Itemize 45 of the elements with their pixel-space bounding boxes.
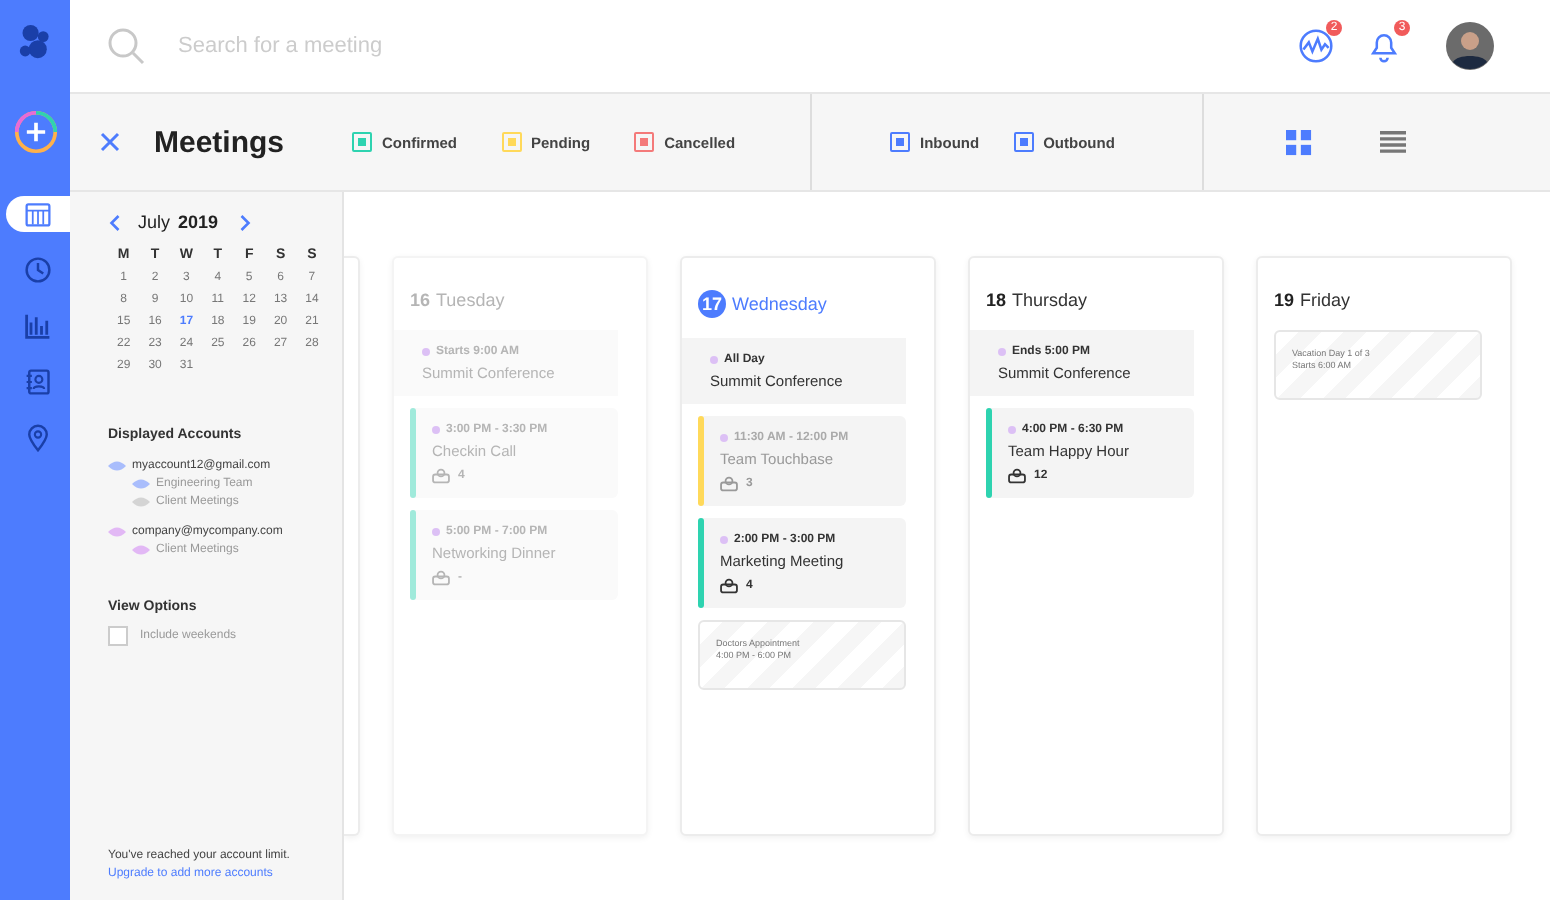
day-name: Tuesday	[436, 290, 505, 310]
bell-icon	[1366, 28, 1402, 64]
day-name: Friday	[1300, 290, 1351, 310]
month-label: July	[138, 212, 171, 232]
chevron-left-icon	[108, 213, 122, 231]
day-number: 17	[698, 290, 726, 318]
grid-view-button[interactable]	[1286, 129, 1312, 155]
people-icon	[1008, 468, 1026, 484]
page-title: Meetings	[154, 125, 285, 159]
day-number: 19	[1274, 290, 1295, 310]
clock-icon	[24, 256, 52, 284]
location-pin-icon	[24, 424, 52, 452]
eye-icon[interactable]	[132, 496, 150, 508]
eye-icon[interactable]	[108, 460, 126, 472]
year-label: 2019	[178, 212, 219, 232]
contact-book-icon	[24, 368, 52, 396]
close-icon	[100, 132, 120, 152]
eye-icon[interactable]	[132, 544, 150, 556]
people-icon	[432, 468, 450, 484]
day-number: 18	[986, 290, 1007, 310]
people-icon	[432, 570, 450, 586]
previous-month-button[interactable]	[108, 213, 122, 231]
close-button[interactable]	[100, 132, 120, 152]
eye-icon[interactable]	[132, 478, 150, 490]
next-month-button[interactable]	[238, 213, 253, 231]
plus-icon	[13, 110, 57, 154]
eye-icon[interactable]	[108, 526, 126, 538]
search-icon[interactable]	[106, 26, 146, 66]
chevron-right-icon	[238, 213, 253, 231]
activity-icon	[1298, 28, 1334, 64]
bar-chart-icon	[24, 312, 52, 340]
checkbox[interactable]	[108, 626, 128, 646]
logo-icon[interactable]	[17, 24, 53, 60]
grid-icon	[1286, 129, 1312, 155]
add-button[interactable]	[11, 108, 59, 156]
calendar-icon	[24, 200, 52, 228]
day-name: Wednesday	[732, 294, 827, 314]
day-name: Thursday	[1012, 290, 1088, 310]
avatar[interactable]	[1446, 22, 1494, 70]
list-icon	[1380, 129, 1406, 155]
list-view-button[interactable]	[1380, 129, 1406, 155]
people-icon	[720, 476, 738, 492]
nav-item[interactable]	[6, 196, 70, 232]
people-icon	[720, 578, 738, 594]
day-number: 16	[410, 290, 431, 310]
